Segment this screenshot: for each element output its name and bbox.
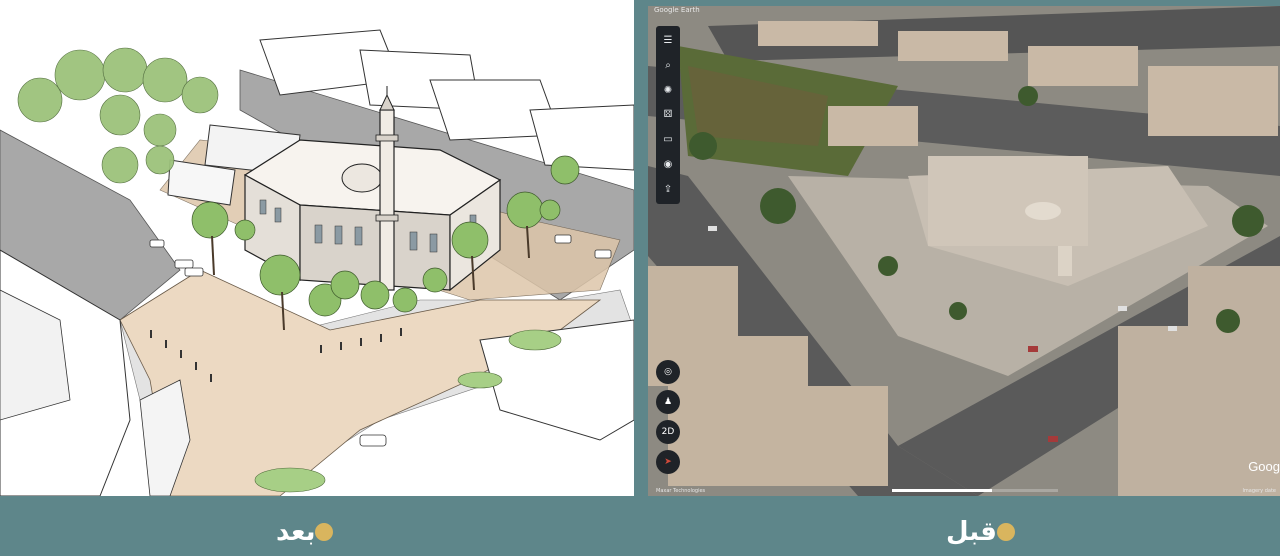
search-icon[interactable]: ⌕: [659, 56, 677, 74]
after-sketch-panel: [0, 0, 634, 496]
camera-icon[interactable]: ◉: [659, 156, 677, 174]
pegman-icon: ♟: [663, 397, 673, 407]
bottom-left-attribution: Maxar Technologies: [656, 488, 706, 494]
locate-button[interactable]: ◎: [656, 360, 680, 384]
loading-progress-bar: [892, 489, 1058, 492]
mosque-sketch-illustration: [0, 0, 634, 496]
before-earth-panel[interactable]: Google Earth ☰ ⌕ ✺ ⚄ ▭ ◉ ⇪ ◎ ♟ 2D ➤ Goog…: [648, 6, 1280, 496]
compass-icon: ➤: [664, 457, 672, 467]
dice-icon[interactable]: ⚄: [659, 106, 677, 124]
bottom-right-attribution: Imagery date: [1242, 488, 1276, 494]
earth-toolbar: ☰ ⌕ ✺ ⚄ ▭ ◉ ⇪: [656, 26, 680, 204]
pegman-button[interactable]: ♟: [656, 390, 680, 414]
caption-after-bullet: [315, 523, 334, 541]
caption-after-label: بعد: [276, 517, 316, 547]
caption-after: بعد: [276, 512, 349, 552]
menu-icon[interactable]: ☰: [659, 31, 677, 49]
voyager-icon[interactable]: ✺: [659, 81, 677, 99]
locate-icon: ◎: [664, 367, 672, 377]
toggle-2d-button[interactable]: 2D: [656, 420, 680, 444]
caption-before-bullet: [996, 523, 1015, 541]
measure-icon[interactable]: ▭: [659, 131, 677, 149]
google-logo: Goog: [1248, 459, 1280, 474]
top-attribution: Google Earth: [654, 6, 700, 14]
satellite-imagery: [648, 6, 1280, 496]
loading-progress-fill: [892, 489, 992, 492]
caption-before: قبل: [946, 512, 1031, 552]
caption-before-label: قبل: [946, 517, 997, 547]
compass-button[interactable]: ➤: [656, 450, 680, 474]
share-icon[interactable]: ⇪: [659, 180, 677, 198]
